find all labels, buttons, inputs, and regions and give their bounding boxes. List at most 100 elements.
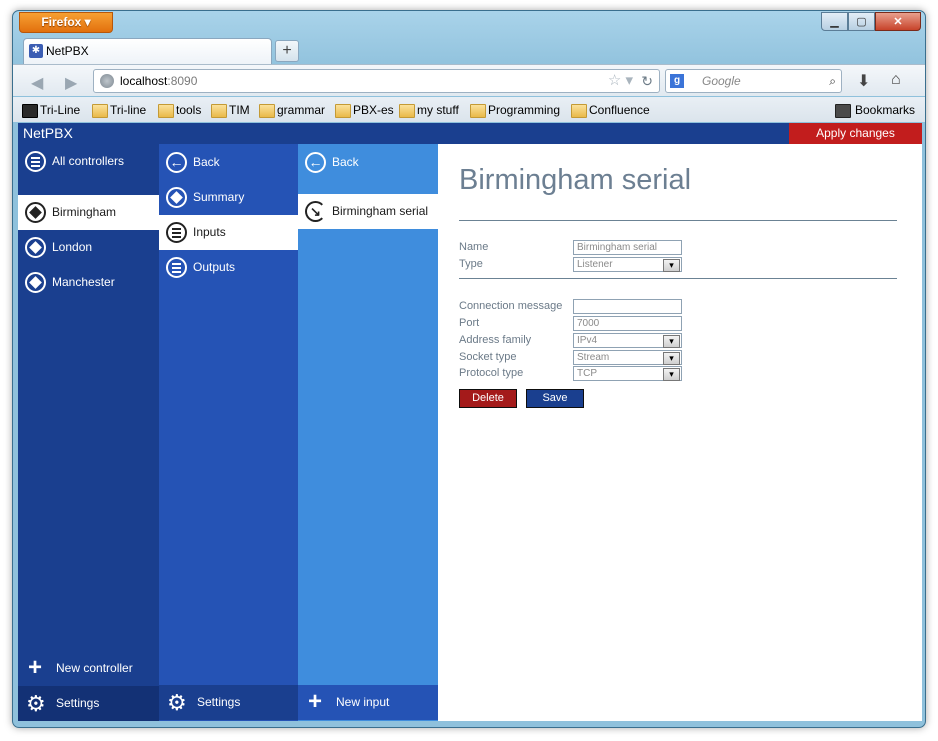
name-field[interactable] [573,240,682,255]
address-family-select[interactable]: IPv4 [573,333,682,348]
bookmark-tools[interactable]: tools [158,102,201,118]
download-icon[interactable]: ⬇ [857,71,870,91]
plus-icon: + [28,654,43,681]
input-item-birmingham-serial[interactable]: Birmingham serial [298,194,438,229]
diamond-icon [25,237,46,258]
type-select[interactable]: Listener [573,257,682,272]
diamond-icon [166,187,187,208]
save-button[interactable]: Save [526,389,584,408]
divider [459,220,897,221]
menu-item-inputs[interactable]: Inputs [159,215,298,250]
firefox-menu-button[interactable]: Firefox ▾ [19,12,113,33]
gear-icon: ⚙ [26,691,46,716]
new-controller-button[interactable]: + New controller [18,651,159,686]
protocol-type-select[interactable]: TCP [573,366,682,381]
controller-settings-button[interactable]: ⚙ Settings [159,685,298,720]
controller-label: Manchester [52,275,115,289]
protocol-type-label: Protocol type [459,367,524,379]
netpbx-favicon-icon: ✱ [29,44,43,58]
minimize-button[interactable]: ▁ [821,12,848,31]
close-button[interactable]: ✕ [875,12,921,31]
menu-item-outputs[interactable]: Outputs [159,250,298,285]
url-host: localhost [120,74,168,88]
bookmarks-menu-button[interactable]: Bookmarks [835,102,915,118]
search-icon[interactable]: ⌕ [829,70,836,92]
divider [459,278,897,279]
bookmark-tri-line[interactable]: Tri-Line [22,102,80,118]
port-field[interactable] [573,316,682,331]
all-controllers-label: All controllers [52,154,125,168]
forward-arrow-icon[interactable]: ▶ [65,73,77,93]
all-controllers-item[interactable]: All controllers [18,144,159,179]
menu-item-label: Inputs [193,225,226,239]
menu-icon [25,151,46,172]
controllers-settings-button[interactable]: ⚙ Settings [18,686,159,721]
controller-menu-column: Back Summary Inputs Outputs ⚙ Settings [159,144,298,721]
back-icon [305,145,326,180]
input-detail-panel: Birmingham serial Name Type Listener Con… [438,144,922,721]
protocol-type-value: TCP [577,368,597,379]
browser-window: Firefox ▾ ▁ ▢ ✕ ✱ NetPBX + ◀ ▶ localhost… [12,10,926,728]
new-input-button[interactable]: + New input [298,685,438,720]
address-family-label: Address family [459,334,532,346]
settings-label: Settings [56,696,100,710]
reload-icon[interactable]: ↻ [641,70,653,92]
menu-item-summary[interactable]: Summary [159,180,298,215]
bookmark-pbx-es[interactable]: PBX-es [335,102,394,118]
socket-type-label: Socket type [459,351,517,363]
socket-type-select[interactable]: Stream [573,350,682,365]
address-family-value: IPv4 [577,335,598,346]
bookmark-tri-line-folder[interactable]: Tri-line [92,102,146,118]
google-icon[interactable]: g [670,74,684,88]
controller-item-london[interactable]: London [18,230,159,265]
app-header: NetPBX Apply changes [18,123,922,144]
type-label: Type [459,258,483,270]
bookmark-tim[interactable]: TIM [211,102,250,118]
globe-icon [100,74,114,88]
search-placeholder: Google [702,74,741,88]
back-button[interactable]: Back [298,145,438,180]
name-label: Name [459,241,489,253]
tab-netpbx[interactable]: ✱ NetPBX [23,38,272,64]
back-button[interactable]: Back [159,145,298,180]
maximize-button[interactable]: ▢ [848,12,875,31]
plus-icon: + [308,688,323,715]
search-input[interactable]: g Google ⌕ [665,69,842,93]
back-icon [166,145,187,180]
url-port: :8090 [167,74,198,88]
port-label: Port [459,317,480,329]
inputs-column: Back Birmingham serial + New input [298,144,438,721]
diamond-icon [25,202,46,223]
controller-label: London [52,240,93,254]
page-title: Birmingham serial [459,164,692,196]
menu-item-label: Outputs [193,260,236,274]
bookmark-programming[interactable]: Programming [470,102,560,118]
window-controls: ▁ ▢ ✕ [821,12,921,31]
controller-item-manchester[interactable]: Manchester [18,265,159,300]
bookmark-my-stuff[interactable]: my stuff [399,102,459,118]
app-title: NetPBX [23,125,73,141]
type-value: Listener [577,259,613,270]
controllers-column: All controllers Birmingham London Manche… [18,144,159,721]
gear-icon: ⚙ [167,690,187,715]
list-icon [166,257,187,278]
controller-item-birmingham[interactable]: Birmingham [18,195,159,230]
connection-message-field[interactable] [573,299,682,314]
socket-type-value: Stream [577,352,610,363]
bookmark-confluence[interactable]: Confluence [571,102,650,118]
bookmark-grammar[interactable]: grammar [259,102,325,118]
tab-title: NetPBX [46,44,89,58]
back-label: Back [193,155,220,169]
bookmarks-toolbar: Tri-Line Tri-line tools TIM grammar PBX-… [13,97,925,122]
bookmark-star-icon[interactable]: ☆ ▾ [608,70,633,92]
apply-changes-button[interactable]: Apply changes [789,123,922,144]
back-label: Back [332,155,359,169]
new-tab-button[interactable]: + [275,40,299,62]
settings-label: Settings [197,695,241,709]
home-icon[interactable]: ⌂ [891,71,901,89]
controller-label: Birmingham [52,205,117,219]
back-arrow-icon[interactable]: ◀ [31,73,43,93]
url-bar[interactable]: localhost:8090 ☆ ▾ ↻ [93,69,660,93]
delete-button[interactable]: Delete [459,389,517,408]
input-item-label: Birmingham serial [332,204,429,218]
